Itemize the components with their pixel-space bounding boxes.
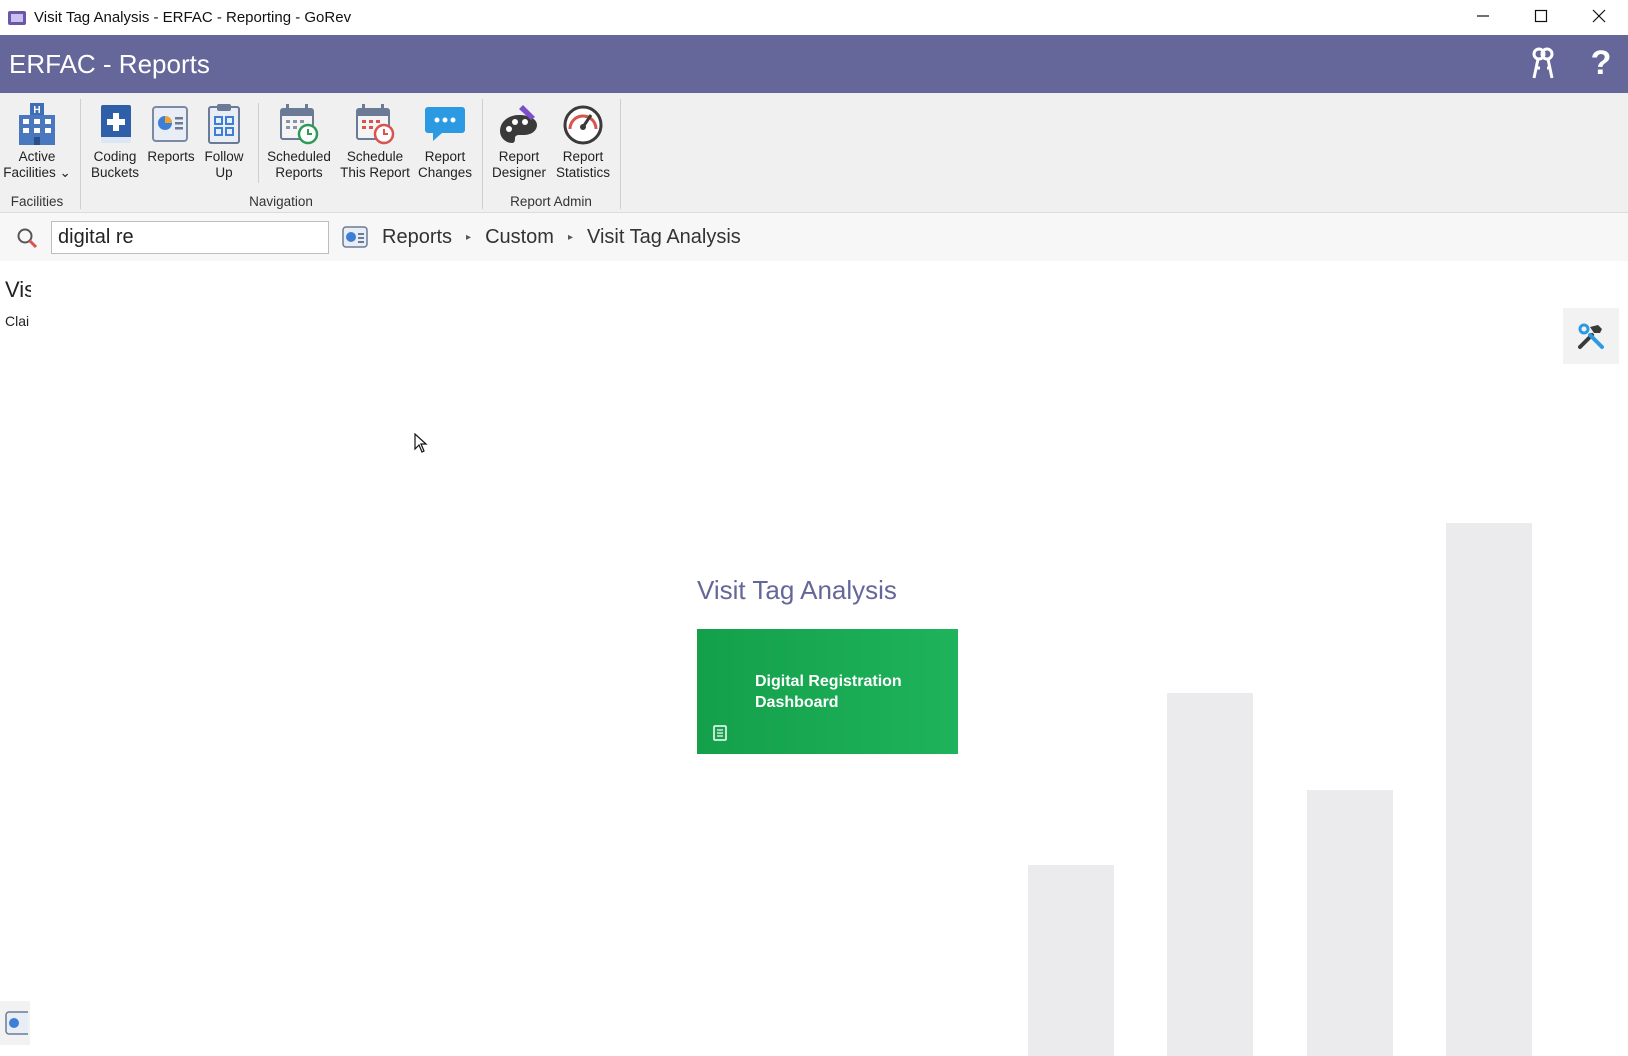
- decorative-bar: [1167, 693, 1253, 1056]
- window-title: Visit Tag Analysis - ERFAC - Reporting -…: [34, 9, 352, 26]
- keys-button[interactable]: [1526, 43, 1560, 83]
- search-icon[interactable]: [16, 227, 38, 249]
- clipboard-icon: [208, 104, 240, 144]
- ribbon-label: Report Designer: [491, 149, 547, 180]
- hammer-wrench-icon: [1578, 323, 1604, 349]
- breadcrumb-visit-tag-analysis[interactable]: Visit Tag Analysis: [587, 226, 741, 249]
- ribbon-label: Schedule This Report: [340, 149, 410, 180]
- gauge-icon: [563, 105, 603, 145]
- svg-text:H: H: [33, 105, 40, 116]
- minimize-icon: [1477, 15, 1489, 17]
- breadcrumb-reports[interactable]: Reports: [382, 226, 452, 249]
- breadcrumb-custom[interactable]: Custom: [485, 226, 554, 249]
- keys-icon: [1532, 47, 1554, 79]
- group-label-navigation: Navigation: [249, 194, 313, 209]
- section-title: Visit Tag Analysis: [697, 575, 897, 605]
- ribbon-label: Follow Up: [204, 149, 244, 180]
- minimize-button[interactable]: [1454, 0, 1512, 32]
- header-title: ERFAC - Reports: [9, 48, 210, 79]
- decorative-bar: [1307, 790, 1393, 1056]
- coding-book-icon: [101, 105, 131, 143]
- report-designer-button[interactable]: Report Designer: [488, 101, 550, 181]
- breadcrumb-arrow-icon: ▸: [567, 231, 573, 243]
- palette-icon: [500, 105, 537, 143]
- page-title: Vis: [5, 277, 31, 302]
- calendar-clock-icon: [280, 104, 319, 145]
- app-header: ERFAC - Reports ?: [0, 35, 1628, 93]
- ribbon-label: Report Changes: [417, 149, 473, 180]
- group-separator: [80, 99, 81, 209]
- gorev-app-icon: [8, 10, 26, 25]
- maximize-button[interactable]: [1512, 0, 1570, 32]
- window-titlebar: Visit Tag Analysis - ERFAC - Reporting -…: [0, 0, 1628, 35]
- help-icon: ?: [1590, 43, 1612, 82]
- report-statistics-button[interactable]: Report Statistics: [552, 101, 614, 181]
- decorative-bar: [1446, 523, 1532, 1056]
- ribbon-label: Report Statistics: [555, 149, 610, 180]
- document-icon: [713, 725, 727, 741]
- reports-button[interactable]: Reports: [143, 101, 199, 165]
- tools-button[interactable]: [1563, 308, 1619, 364]
- ribbon-label: Scheduled Reports: [267, 149, 331, 180]
- follow-up-button[interactable]: Follow Up: [200, 101, 248, 181]
- group-label-facilities: Facilities: [10, 194, 64, 209]
- chat-bubble-icon: [425, 107, 465, 141]
- scheduled-reports-button[interactable]: Scheduled Reports: [264, 101, 334, 181]
- breadcrumb-arrow-icon: ▸: [466, 231, 472, 243]
- close-button[interactable]: [1570, 0, 1628, 32]
- ribbon-label: Active Facilities ⌄: [3, 149, 71, 180]
- mouse-cursor-icon: [414, 433, 428, 453]
- digital-registration-dashboard-tile[interactable]: Digital Registration Dashboard: [697, 629, 958, 754]
- search-breadcrumb-bar: Reports ▸ Custom ▸ Visit Tag Analysis: [0, 213, 1628, 261]
- page-subtitle: Clai: [5, 313, 30, 329]
- hospital-icon: H: [19, 103, 55, 145]
- close-icon: [1592, 9, 1606, 23]
- active-facilities-button[interactable]: H Active Facilities ⌄: [3, 101, 71, 181]
- decorative-bar: [1028, 865, 1114, 1056]
- reports-breadcrumb-icon[interactable]: [342, 225, 368, 249]
- ribbon-label: Coding Buckets: [90, 149, 140, 180]
- group-separator: [482, 99, 483, 209]
- group-separator: [620, 99, 621, 209]
- maximize-icon: [1534, 9, 1548, 23]
- group-label-report-admin: Report Admin: [510, 194, 592, 209]
- reports-icon: [152, 106, 188, 142]
- coding-buckets-button[interactable]: Coding Buckets: [88, 101, 142, 181]
- ribbon-toolbar: H Active Facilities ⌄ Facilities Coding …: [0, 93, 1628, 213]
- help-button[interactable]: ?: [1584, 43, 1618, 83]
- bottom-reports-tab[interactable]: [0, 1001, 30, 1045]
- search-input[interactable]: [51, 221, 329, 254]
- tile-label: Digital Registration Dashboard: [755, 673, 902, 711]
- button-separator: [258, 103, 259, 183]
- main-content: Vis Clai Visit Tag Analysis Digital Regi…: [0, 261, 1628, 1056]
- reports-icon: [5, 1011, 28, 1035]
- ribbon-label: Reports: [147, 149, 195, 164]
- calendar-clock-red-icon: [356, 104, 395, 145]
- breadcrumb: Reports ▸ Custom ▸ Visit Tag Analysis: [342, 221, 741, 253]
- report-changes-button[interactable]: Report Changes: [414, 101, 476, 181]
- schedule-this-report-button[interactable]: Schedule This Report: [337, 101, 413, 181]
